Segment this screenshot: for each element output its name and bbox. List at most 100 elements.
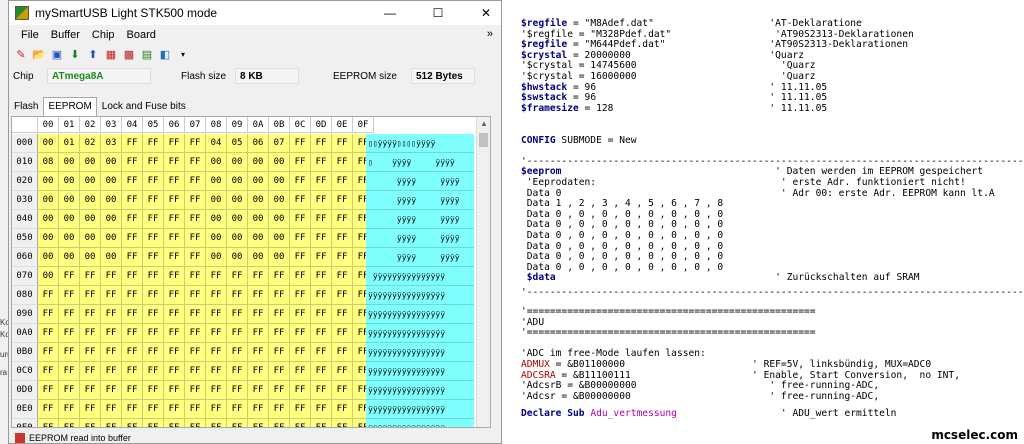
hex-byte-cell[interactable]: FF [332,229,353,248]
hex-byte-cell[interactable]: FF [164,286,185,305]
hex-byte-cell[interactable]: FF [332,267,353,286]
hex-byte-cell[interactable]: FF [59,286,80,305]
hex-ascii-cell[interactable]: ÿÿÿÿÿÿÿÿÿÿÿÿÿÿÿÿ [366,305,474,324]
hex-byte-cell[interactable]: 00 [38,134,59,153]
hex-byte-cell[interactable]: FF [164,400,185,419]
hex-byte-cell[interactable]: FF [122,343,143,362]
hex-byte-cell[interactable]: FF [38,305,59,324]
hex-byte-cell[interactable]: FF [143,248,164,267]
hex-byte-cell[interactable]: 00 [59,248,80,267]
hex-byte-cell[interactable]: 00 [206,191,227,210]
hex-byte-cell[interactable]: FF [269,419,290,427]
hex-ascii-cell[interactable]: ÿÿÿÿÿÿÿÿÿÿÿÿÿÿÿÿ [366,286,474,305]
hex-ascii-cell[interactable]: ÿÿÿÿÿÿÿÿÿÿÿÿÿÿÿÿ [366,400,474,419]
hex-byte-cell[interactable]: FF [332,248,353,267]
hex-byte-cell[interactable]: FF [311,229,332,248]
chip-icon[interactable]: ▤ [139,47,155,63]
hex-byte-cell[interactable]: FF [185,362,206,381]
hex-byte-cell[interactable]: FF [290,305,311,324]
hex-byte-cell[interactable]: 00 [38,210,59,229]
hex-byte-cell[interactable]: FF [185,267,206,286]
save-icon[interactable]: ▣ [49,47,65,63]
hex-byte-cell[interactable]: FF [227,400,248,419]
hex-byte-cell[interactable]: FF [122,134,143,153]
hex-byte-cell[interactable]: FF [290,267,311,286]
hex-byte-cell[interactable]: FF [290,381,311,400]
hex-byte-cell[interactable]: FF [248,267,269,286]
hex-byte-cell[interactable]: FF [185,248,206,267]
hex-byte-cell[interactable]: FF [332,210,353,229]
hex-byte-cell[interactable]: FF [227,267,248,286]
hex-byte-cell[interactable]: FF [311,134,332,153]
hex-byte-cell[interactable]: FF [101,362,122,381]
hex-ascii-cell[interactable]: ÿÿÿÿ ÿÿÿÿ [366,191,474,210]
dropdown-icon[interactable]: ▾ [175,47,191,63]
hex-byte-cell[interactable]: FF [59,419,80,427]
hex-byte-cell[interactable]: FF [185,343,206,362]
hex-byte-cell[interactable]: FF [311,419,332,427]
hex-byte-cell[interactable]: 00 [80,248,101,267]
hex-byte-cell[interactable]: 00 [101,153,122,172]
hex-byte-cell[interactable]: 00 [59,172,80,191]
close-button[interactable]: ✕ [471,1,501,25]
hex-byte-cell[interactable]: FF [80,362,101,381]
hex-byte-cell[interactable]: 00 [269,248,290,267]
hex-byte-cell[interactable]: FF [269,381,290,400]
hex-byte-cell[interactable]: FF [164,229,185,248]
hex-byte-cell[interactable]: FF [227,419,248,427]
hex-byte-cell[interactable]: FF [164,305,185,324]
hex-byte-cell[interactable]: FF [38,419,59,427]
hex-byte-cell[interactable]: FF [59,362,80,381]
hex-byte-cell[interactable]: FF [227,324,248,343]
hex-byte-cell[interactable]: FF [143,229,164,248]
hex-byte-cell[interactable]: FF [269,343,290,362]
hex-byte-cell[interactable]: FF [332,286,353,305]
hex-byte-cell[interactable]: FF [164,172,185,191]
hex-byte-cell[interactable]: FF [122,362,143,381]
hex-byte-cell[interactable]: 00 [227,191,248,210]
hex-ascii-cell[interactable]: ÿÿÿÿÿÿÿÿÿÿÿÿÿÿÿ [366,267,474,286]
hex-byte-cell[interactable]: FF [185,229,206,248]
hex-byte-cell[interactable]: 00 [59,153,80,172]
hex-byte-cell[interactable]: FF [143,134,164,153]
hex-byte-cell[interactable]: 00 [248,210,269,229]
hex-byte-cell[interactable]: FF [332,362,353,381]
hex-byte-cell[interactable]: FF [332,305,353,324]
hex-byte-cell[interactable]: FF [332,419,353,427]
code-editor[interactable]: mcselec.com $regfile = "M8Adef.dat" 'AT-… [512,0,1024,444]
hex-byte-cell[interactable]: FF [185,286,206,305]
hex-byte-cell[interactable]: FF [269,400,290,419]
hex-byte-cell[interactable]: FF [269,362,290,381]
hex-byte-cell[interactable]: FF [122,419,143,427]
hex-byte-cell[interactable]: 00 [80,229,101,248]
hex-byte-cell[interactable]: 00 [227,229,248,248]
hex-byte-cell[interactable]: 00 [227,248,248,267]
hex-byte-cell[interactable]: FF [290,134,311,153]
hex-byte-cell[interactable]: FF [290,324,311,343]
hex-byte-cell[interactable]: 00 [38,267,59,286]
hex-byte-cell[interactable]: 00 [101,172,122,191]
hex-byte-cell[interactable]: FF [38,362,59,381]
hex-ascii-cell[interactable]: ÿÿÿÿÿÿÿÿÿÿÿÿÿÿÿÿ [366,324,474,343]
hex-ascii-cell[interactable]: ÿÿÿÿ ÿÿÿÿ [366,172,474,191]
hex-byte-cell[interactable]: FF [311,153,332,172]
menu-board[interactable]: Board [121,29,162,41]
hex-byte-cell[interactable]: FF [80,305,101,324]
hex-grid[interactable]: 00 01 02 03 04 05 06 07 08 09 0A 0B 0C 0D 0E 0F 000 00 01… [11,116,491,428]
hex-byte-cell[interactable]: FF [59,343,80,362]
hex-byte-cell[interactable]: FF [206,267,227,286]
hex-byte-cell[interactable]: FF [206,343,227,362]
hex-byte-cell[interactable]: FF [122,153,143,172]
hex-byte-cell[interactable]: 00 [38,229,59,248]
vertical-scrollbar[interactable]: ▲ [476,117,490,427]
hex-byte-cell[interactable]: FF [269,305,290,324]
hex-byte-cell[interactable]: FF [332,134,353,153]
hex-byte-cell[interactable]: 01 [59,134,80,153]
eraser-icon[interactable]: ✎ [13,47,29,63]
hex-byte-cell[interactable]: FF [290,229,311,248]
hex-byte-cell[interactable]: FF [164,210,185,229]
hex-byte-cell[interactable]: 00 [248,172,269,191]
menu-chip[interactable]: Chip [86,29,121,41]
hex-byte-cell[interactable]: 03 [101,134,122,153]
hex-byte-cell[interactable]: FF [101,267,122,286]
